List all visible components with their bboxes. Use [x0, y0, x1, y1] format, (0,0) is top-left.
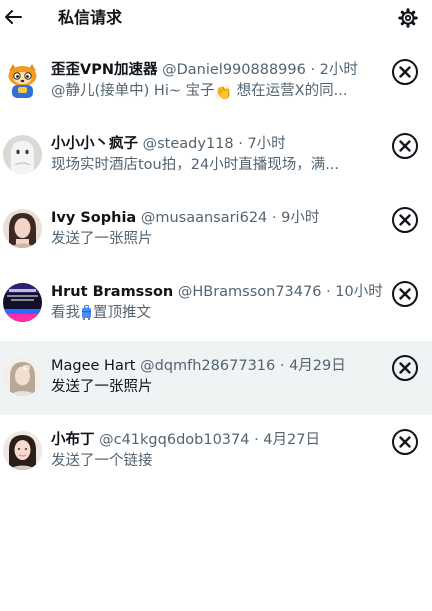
- request-header-line: 歪歪VPN加速器 @Daniel990888996 · 2小时: [51, 59, 391, 81]
- request-header-line: 小布丁 @c41kgq6dob10374 · 4月27日: [51, 429, 391, 451]
- message-preview-part: @静儿(接单中) Hi~ 宝子: [51, 83, 215, 99]
- gear-icon[interactable]: [398, 8, 418, 28]
- dismiss-request-button[interactable]: [392, 133, 418, 159]
- message-preview: 现场实时酒店tou拍，24小时直播现场，满...: [51, 157, 340, 173]
- avatar[interactable]: [3, 135, 42, 174]
- message-preview-part: 看我: [51, 305, 80, 321]
- message-request-item[interactable]: 小布丁 @c41kgq6dob10374 · 4月27日 发送了一个链接: [0, 415, 432, 489]
- avatar[interactable]: [3, 283, 42, 322]
- message-time: · 4月29日: [279, 358, 346, 374]
- raccoon-mascot-icon: [3, 61, 42, 100]
- message-request-item[interactable]: 小小小丶疯子 @steady118 · 7小时 现场实时酒店tou拍，24小时直…: [0, 119, 432, 193]
- message-preview: 看我 置顶推文: [51, 302, 351, 324]
- request-header-line: Magee Hart @dqmfh28677316 · 4月29日: [51, 355, 391, 377]
- message-preview: 发送了一个链接: [51, 453, 153, 469]
- message-time: · 7小时: [238, 136, 286, 152]
- dismiss-request-button[interactable]: [392, 281, 418, 307]
- message-request-item[interactable]: 歪歪VPN加速器 @Daniel990888996 · 2小时 @静儿(接单中)…: [0, 45, 432, 119]
- message-preview-part: 想在运营X的同...: [232, 83, 348, 99]
- avatar[interactable]: [3, 357, 42, 396]
- dismiss-request-button[interactable]: [392, 429, 418, 455]
- message-time: · 2小时: [310, 62, 358, 78]
- request-header-line: Hrut Bramsson @HBramsson73476 · 10小时: [51, 281, 391, 303]
- luggage-emoji-icon: [82, 305, 91, 320]
- close-icon: [399, 436, 411, 448]
- sender-handle: @Daniel990888996: [162, 62, 306, 78]
- sender-handle: @steady118: [142, 136, 234, 152]
- message-preview: @静儿(接单中) Hi~ 宝子👏 想在运营X的同...: [51, 80, 351, 102]
- dismiss-request-button[interactable]: [392, 59, 418, 85]
- avatar[interactable]: [3, 431, 42, 470]
- back-arrow-icon[interactable]: [3, 6, 25, 28]
- close-icon: [399, 214, 411, 226]
- sender-name: Magee Hart: [51, 358, 136, 374]
- neon-graphic-icon: [3, 283, 42, 322]
- sender-name: Hrut Bramsson: [51, 284, 174, 300]
- request-header-line: 小小小丶疯子 @steady118 · 7小时: [51, 133, 391, 155]
- sender-handle: @dqmfh28677316: [140, 358, 276, 374]
- message-time: · 4月27日: [254, 432, 320, 448]
- message-preview-part: 置顶推文: [93, 305, 151, 321]
- message-request-list: 歪歪VPN加速器 @Daniel990888996 · 2小时 @静儿(接单中)…: [0, 45, 432, 489]
- sender-name: 小小小丶疯子: [51, 136, 138, 152]
- clapping-hands-emoji-icon: 👏: [214, 85, 233, 101]
- portrait-photo-icon: [3, 209, 42, 248]
- close-icon: [399, 140, 411, 152]
- message-request-item[interactable]: Magee Hart @dqmfh28677316 · 4月29日 发送了一张照…: [0, 341, 432, 415]
- portrait-photo-icon: [3, 431, 42, 470]
- page-title: 私信请求: [58, 8, 123, 27]
- sender-name: 小布丁: [51, 432, 95, 448]
- dismiss-request-button[interactable]: [392, 355, 418, 381]
- avatar[interactable]: [3, 61, 42, 100]
- ghost-figure-icon: [3, 135, 42, 174]
- sender-handle: @musaansari624: [140, 210, 268, 226]
- message-preview: 发送了一张照片: [51, 231, 153, 247]
- close-icon: [399, 288, 411, 300]
- dismiss-request-button[interactable]: [392, 207, 418, 233]
- sender-handle: @HBramsson73476: [177, 284, 322, 300]
- close-icon: [399, 66, 411, 78]
- avatar[interactable]: [3, 209, 42, 248]
- close-icon: [399, 362, 411, 374]
- message-preview: 发送了一张照片: [51, 379, 153, 395]
- sender-handle: @c41kgq6dob10374: [99, 432, 250, 448]
- portrait-photo-icon: [3, 357, 42, 396]
- sender-name: Ivy Sophia: [51, 210, 137, 226]
- request-header-line: Ivy Sophia @musaansari624 · 9小时: [51, 207, 391, 229]
- message-time: · 9小时: [271, 210, 320, 226]
- message-request-item[interactable]: Hrut Bramsson @HBramsson73476 · 10小时 看我置…: [0, 267, 432, 341]
- sender-name: 歪歪VPN加速器: [51, 62, 158, 78]
- message-request-item[interactable]: Ivy Sophia @musaansari624 · 9小时 发送了一张照片: [0, 193, 432, 267]
- header: 私信请求: [0, 0, 432, 38]
- message-time: · 10小时: [326, 284, 383, 300]
